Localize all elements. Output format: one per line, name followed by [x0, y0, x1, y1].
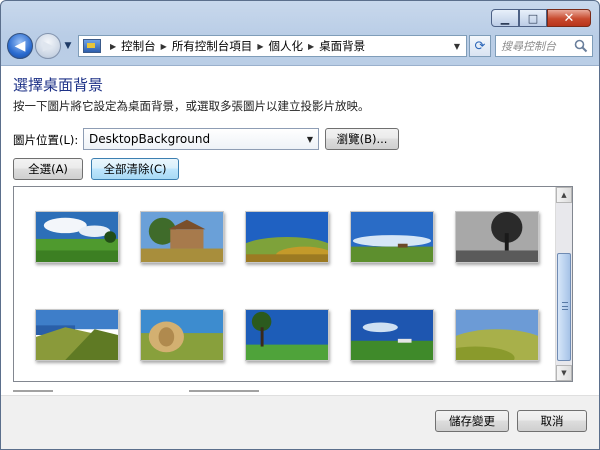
- refresh-button[interactable]: ⟳: [469, 35, 491, 57]
- save-changes-button[interactable]: 儲存變更: [435, 410, 509, 432]
- maximize-button[interactable]: □: [519, 9, 547, 27]
- wallpaper-thumbnail[interactable]: [350, 211, 434, 263]
- wallpaper-thumbnail[interactable]: [350, 309, 434, 361]
- address-dropdown-icon[interactable]: ▼: [454, 42, 460, 51]
- scrollbar-thumb[interactable]: [557, 253, 571, 361]
- picture-location-select[interactable]: DesktopBackground ▼: [83, 128, 319, 150]
- minimize-icon: ▁: [500, 11, 510, 25]
- breadcrumb-personalization[interactable]: 個人化: [268, 38, 303, 54]
- chevron-down-icon: ▼: [306, 135, 313, 144]
- breadcrumb-all-items[interactable]: 所有控制台項目: [172, 38, 253, 54]
- control-panel-window: ▁ □ ✕ ◀ ▶ ▼ ▶ 控制台 ▶ 所有控制台項目 ▶ 個人化 ▶ 桌面背景…: [0, 0, 600, 450]
- clear-all-button[interactable]: 全部清除(C): [91, 158, 179, 180]
- search-icon: [574, 39, 588, 53]
- wallpaper-thumbnail[interactable]: [35, 211, 119, 263]
- breadcrumb-desktop-background[interactable]: 桌面背景: [319, 38, 365, 54]
- control-panel-icon: [83, 39, 101, 53]
- wallpaper-thumbnail[interactable]: [140, 309, 224, 361]
- wallpaper-thumbnail[interactable]: [245, 309, 329, 361]
- browse-button[interactable]: 瀏覽(B)...: [325, 128, 399, 150]
- caption-buttons: ▁ □ ✕: [491, 9, 591, 27]
- breadcrumb-control-panel[interactable]: 控制台: [121, 38, 156, 54]
- cancel-button[interactable]: 取消: [517, 410, 587, 432]
- picture-location-label: 圖片位置(L):: [13, 133, 79, 147]
- address-bar[interactable]: ▶ 控制台 ▶ 所有控制台項目 ▶ 個人化 ▶ 桌面背景 ▼: [78, 35, 467, 57]
- minimize-button[interactable]: ▁: [491, 9, 519, 27]
- forward-arrow-icon: ▶: [42, 38, 54, 54]
- picture-location-value: DesktopBackground: [89, 132, 211, 146]
- picture-gallery[interactable]: ▲ ▼: [13, 186, 573, 382]
- breadcrumb-separator-icon[interactable]: ▶: [110, 42, 116, 51]
- close-button[interactable]: ✕: [547, 9, 591, 27]
- breadcrumb-separator-icon[interactable]: ▶: [257, 42, 263, 51]
- maximize-icon: □: [527, 11, 539, 25]
- scroll-up-button[interactable]: ▲: [556, 187, 572, 203]
- wallpaper-thumbnail[interactable]: [140, 211, 224, 263]
- footer-bar: 儲存變更 取消: [1, 395, 599, 449]
- page-title: 選擇桌面背景: [13, 76, 104, 94]
- gallery-scrollbar[interactable]: ▲ ▼: [555, 187, 572, 381]
- refresh-icon: ⟳: [474, 38, 486, 54]
- chevron-up-icon: ▲: [561, 191, 567, 199]
- breadcrumb-separator-icon[interactable]: ▶: [308, 42, 314, 51]
- recent-pages-dropdown[interactable]: ▼: [62, 41, 74, 51]
- page-description: 按一下圖片將它設定為桌面背景，或選取多張圖片以建立投影片放映。: [13, 99, 370, 113]
- wallpaper-thumbnail[interactable]: [455, 309, 539, 361]
- navigation-bar: ◀ ▶ ▼ ▶ 控制台 ▶ 所有控制台項目 ▶ 個人化 ▶ 桌面背景 ▼ ⟳ 搜…: [7, 31, 593, 61]
- breadcrumb-separator-icon[interactable]: ▶: [161, 42, 167, 51]
- chevron-down-icon: ▼: [561, 369, 567, 377]
- wallpaper-thumbnail[interactable]: [455, 211, 539, 263]
- wallpaper-thumbnail[interactable]: [35, 309, 119, 361]
- grip-icon: [562, 302, 568, 310]
- search-input[interactable]: 搜尋控制台: [495, 35, 593, 57]
- back-button[interactable]: ◀: [7, 33, 33, 59]
- search-placeholder: 搜尋控制台: [501, 40, 556, 53]
- scroll-down-button[interactable]: ▼: [556, 365, 572, 381]
- forward-button[interactable]: ▶: [35, 33, 61, 59]
- select-all-button[interactable]: 全選(A): [13, 158, 83, 180]
- back-arrow-icon: ◀: [14, 38, 26, 54]
- content-pane: 選擇桌面背景 按一下圖片將它設定為桌面背景，或選取多張圖片以建立投影片放映。 圖…: [1, 65, 599, 449]
- close-icon: ✕: [563, 10, 575, 26]
- wallpaper-thumbnail[interactable]: [245, 211, 329, 263]
